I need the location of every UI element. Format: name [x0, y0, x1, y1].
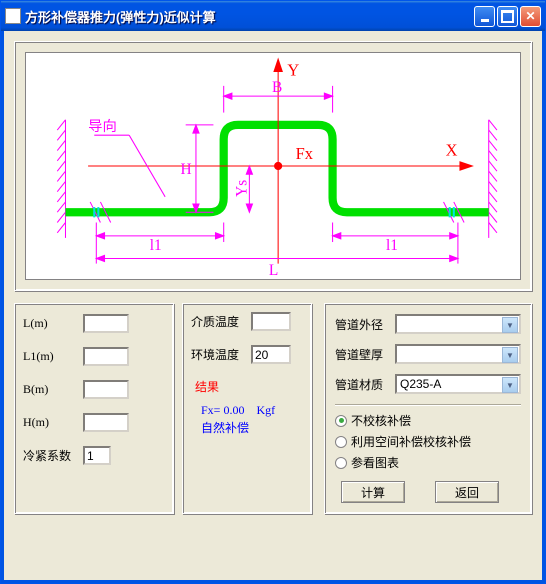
result-head: 结果 — [195, 378, 303, 395]
titlebar: 方形补偿器推力(弹性力)近似计算 — [1, 1, 545, 31]
label-l1: L1(m) — [23, 349, 83, 364]
temp-result-panel: 介质温度 环境温度 结果 Fx= 0.00 Kgf 自然补偿 — [182, 303, 312, 514]
force-label: Fx — [296, 144, 314, 163]
input-l[interactable] — [83, 314, 129, 333]
calc-button[interactable]: 计算 — [341, 481, 405, 503]
geometry-panel: L(m) L1(m) B(m) H(m) 冷紧系数 — [14, 303, 174, 514]
combo-pipe-thk[interactable]: ▼ — [395, 344, 521, 364]
result-body: Fx= 0.00 Kgf 自然补偿 — [191, 401, 303, 437]
dim-b: B — [272, 79, 282, 96]
back-button[interactable]: 返回 — [435, 481, 499, 503]
diagram-panel: Y X Fx B H L l1 l1 Ys 导向 — [14, 41, 532, 291]
chevron-down-icon: ▼ — [502, 347, 518, 363]
dim-l1-right: l1 — [386, 237, 398, 254]
label-pipe-od: 管道外径 — [335, 316, 395, 333]
radio-opt-a[interactable]: 不校核补偿 — [335, 412, 521, 429]
label-b: B(m) — [23, 382, 83, 397]
input-b[interactable] — [83, 380, 129, 399]
axis-y-label: Y — [287, 61, 299, 80]
maximize-button[interactable] — [497, 6, 518, 27]
radio-opt-c[interactable]: 参看图表 — [335, 454, 521, 471]
label-env-temp: 环境温度 — [191, 346, 251, 363]
label-cold: 冷紧系数 — [23, 447, 83, 464]
dim-h: H — [181, 161, 192, 178]
input-h[interactable] — [83, 413, 129, 432]
dim-ys: Ys — [233, 180, 250, 197]
label-h: H(m) — [23, 415, 83, 430]
label-l: L(m) — [23, 316, 83, 331]
pipe-panel: 管道外径 ▼ 管道壁厚 ▼ 管道材质 Q235-A▼ 不校核补偿 利用空间补偿校… — [324, 303, 532, 514]
guide-label: 导向 — [88, 118, 117, 135]
dim-l: L — [269, 262, 278, 279]
input-env-temp[interactable] — [251, 345, 291, 364]
input-medium-temp[interactable] — [251, 312, 291, 331]
label-medium-temp: 介质温度 — [191, 313, 251, 330]
window-title: 方形补偿器推力(弹性力)近似计算 — [25, 7, 474, 26]
chevron-down-icon: ▼ — [502, 317, 518, 333]
label-pipe-thk: 管道壁厚 — [335, 346, 395, 363]
input-cold[interactable] — [83, 446, 111, 465]
dim-l1-left: l1 — [150, 237, 162, 254]
combo-pipe-mat[interactable]: Q235-A▼ — [395, 374, 521, 394]
radio-icon — [335, 436, 347, 448]
radio-opt-b[interactable]: 利用空间补偿校核补偿 — [335, 433, 521, 450]
app-icon — [5, 8, 21, 24]
combo-pipe-od[interactable]: ▼ — [395, 314, 521, 334]
axis-x-label: X — [446, 141, 458, 160]
close-button[interactable] — [520, 6, 541, 27]
radio-icon — [335, 415, 347, 427]
radio-icon — [335, 457, 347, 469]
compensator-diagram: Y X Fx B H L l1 l1 Ys 导向 — [25, 52, 521, 280]
minimize-button[interactable] — [474, 6, 495, 27]
chevron-down-icon: ▼ — [502, 377, 518, 393]
input-l1[interactable] — [83, 347, 129, 366]
label-pipe-mat: 管道材质 — [335, 376, 395, 393]
